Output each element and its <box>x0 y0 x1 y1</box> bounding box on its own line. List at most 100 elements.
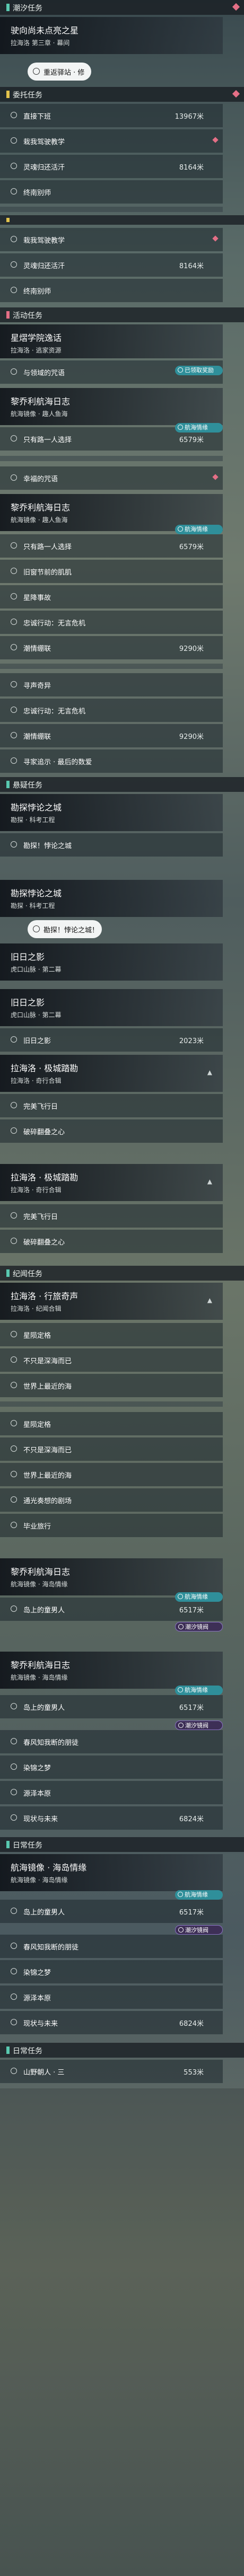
section-header-event[interactable]: 活动任务 <box>0 307 244 322</box>
objective-row[interactable]: 寻声奇异 <box>0 673 223 696</box>
quest-card[interactable]: 黎乔利航海日志 航海镜像 · 趣人鱼海 <box>0 388 223 425</box>
objective-row[interactable]: 旧日之影 2023米 <box>0 1028 223 1052</box>
quest-card[interactable]: 拉海洛 · 极城踏勘 拉海洛 · 奇行合辑 ▲ <box>0 1055 223 1092</box>
section-header-chronicle[interactable]: 纪闻任务 <box>0 1266 244 1281</box>
objective-row[interactable]: 不只是深海而已 <box>0 1348 223 1372</box>
objective-row[interactable]: 潮情绷联 9290米 <box>0 636 223 659</box>
objective-row[interactable]: 忠诚行动：无言危机 <box>0 611 223 634</box>
objective-row[interactable]: 通光奏想的剧场 <box>0 1488 223 1512</box>
objective-label: 世界上最近的海 <box>23 1472 72 1480</box>
objective-row[interactable]: 灵魂归还活汗 8164米 <box>0 155 223 178</box>
quest-card[interactable]: 驶向尚未点亮之星 拉海洛 第三章 · 幕间 <box>0 17 223 54</box>
section-header-tide[interactable]: 潮汐任务 <box>0 0 244 15</box>
chevron-up-icon[interactable]: ▲ <box>207 1296 212 1304</box>
alert-diamond-icon <box>212 474 219 480</box>
objective-row[interactable]: 勘探！悖论之城 <box>0 833 223 857</box>
objective-row[interactable]: 完美飞行日 <box>0 1204 223 1228</box>
objective-row[interactable]: 染锦之梦 <box>0 1960 223 1983</box>
quest-card[interactable]: 黎乔利航海日志 航海镜像 · 海岛情缘 <box>0 1652 223 1689</box>
objective-row[interactable]: 现状与未来 6824米 <box>0 2011 223 2034</box>
objective-row[interactable]: 岛上的童男人 6517米 <box>0 1695 223 1718</box>
objective-label: 栽我驾驶教学 <box>23 237 65 245</box>
objective-label: 染锦之梦 <box>23 1765 51 1772</box>
quest-card[interactable]: 勘探悖论之城 勘探 · 科考工程 <box>0 794 223 831</box>
quest-card[interactable]: 勘探悖论之城 勘探 · 科考工程 <box>0 880 223 917</box>
objective-row[interactable]: 灵魂归还活汗 8164米 <box>0 253 223 277</box>
objective-row[interactable]: 不只是深海而已 <box>0 1437 223 1461</box>
radio-icon <box>11 1356 17 1363</box>
section-title: 委托任务 <box>13 91 42 100</box>
quest-card[interactable]: 星熠学院逸话 拉海洛 · 逃家资源 <box>0 324 223 358</box>
objective-row[interactable]: 星陨定格 <box>0 1323 223 1346</box>
objective-row[interactable]: 源泽本原 <box>0 1781 223 1804</box>
objective-row[interactable]: 终南别师 <box>0 279 223 302</box>
objective-row[interactable]: 寻家追示 · 最后的数爱 <box>0 749 223 773</box>
objective-label: 染锦之梦 <box>23 1969 51 1977</box>
objective-row[interactable]: 春风知我断的朋徒 <box>0 1730 223 1753</box>
objective-row[interactable]: 春风知我断的朋徒 <box>0 1935 223 1958</box>
objective-label: 星陨定格 <box>23 1332 51 1340</box>
radio-icon <box>11 681 17 687</box>
objective-row[interactable]: 破碎翻叠之心 <box>0 1230 223 1253</box>
section-marker <box>6 1269 10 1277</box>
objective-row[interactable]: 染锦之梦 <box>0 1755 223 1779</box>
objective-row[interactable]: 源泽本原 <box>0 1986 223 2009</box>
tide-badge: 潮汐镜阀 <box>175 1925 223 1935</box>
objective-row[interactable]: 终南别师 <box>0 180 223 204</box>
objective-row[interactable]: 幸福的咒语 <box>0 466 223 490</box>
voyage-badge: 航海情缘 <box>175 423 223 433</box>
section-header-daily[interactable]: 日常任务 <box>0 1837 244 1852</box>
objective-row[interactable]: 星降事故 <box>0 585 223 608</box>
objective-label: 灵魂归还活汗 <box>23 262 65 270</box>
radio-icon <box>11 1763 17 1770</box>
quest-card[interactable]: 旧日之影 虎口山脉 · 第二幕 <box>0 943 223 981</box>
objective-row[interactable]: 潮情绷联 9290米 <box>0 724 223 747</box>
distance-label: 6824米 <box>179 1815 204 1823</box>
radio-icon <box>11 593 17 599</box>
chevron-up-icon[interactable]: ▲ <box>207 1178 212 1185</box>
quest-card[interactable]: 旧日之影 虎口山脉 · 第二幕 <box>0 989 223 1026</box>
section-header-commission[interactable] <box>0 215 244 225</box>
objective-label: 源泽本原 <box>23 1790 51 1798</box>
section-marker <box>6 781 10 788</box>
objective-label: 不只是深海而已 <box>23 1357 72 1365</box>
objective-label: 旧窗节前的肌肌 <box>23 569 72 577</box>
section-header-mystery[interactable]: 悬疑任务 <box>0 777 244 792</box>
objective-row[interactable]: 忠诚行动：无言危机 <box>0 699 223 722</box>
radio-icon <box>33 925 40 932</box>
objective-row[interactable]: 只有路一人选择 6579米 <box>0 534 223 558</box>
chevron-up-icon[interactable]: ▲ <box>207 1069 212 1076</box>
quest-card[interactable]: 拉海洛 · 行旅奇声 拉海洛 · 纪闻合辑 ▲ <box>0 1283 223 1320</box>
radio-icon <box>11 1212 17 1219</box>
quest-card[interactable]: 拉海洛 · 极城踏勘 拉海洛 · 奇行合辑 ▲ <box>0 1164 223 1201</box>
objective-row[interactable]: 旧窗节前的肌肌 <box>0 560 223 583</box>
objective-row[interactable]: 完美飞行日 <box>0 1094 223 1117</box>
objective-row[interactable]: 栽我驾驶教学 <box>0 129 223 153</box>
section-marker <box>6 1841 10 1848</box>
objective-label: 星降事故 <box>23 594 51 602</box>
objective-pill[interactable]: 重返驿站 · 修 <box>28 63 91 81</box>
quest-card[interactable]: 航海镜像 · 海岛情缘 航海镜像 · 海岛情缘 <box>0 1854 223 1891</box>
objective-row[interactable]: 毕业旅行 <box>0 1514 223 1537</box>
objective-label: 岛上的童男人 <box>23 1909 65 1917</box>
radio-icon <box>11 1102 17 1108</box>
objective-row[interactable]: 破碎翻叠之心 <box>0 1119 223 1143</box>
objective-row[interactable]: 栽我驾驶教学 <box>0 228 223 251</box>
divider <box>0 456 223 461</box>
objective-row[interactable]: 星陨定格 <box>0 1412 223 1435</box>
objective-label: 寻声奇异 <box>23 682 51 690</box>
objective-row[interactable]: 现状与未来 6824米 <box>0 1806 223 1830</box>
section-header-commission[interactable]: 委托任务 <box>0 87 244 102</box>
objective-row[interactable]: 世界上最近的海 <box>0 1374 223 1397</box>
objective-row[interactable]: 直接下班 13967米 <box>0 104 223 127</box>
quest-card[interactable]: 黎乔利航海日志 航海镜像 · 海岛情缘 <box>0 1558 223 1595</box>
section-header-daily[interactable]: 日常任务 <box>0 2043 244 2058</box>
objective-row[interactable]: 岛上的童男人 6517米 <box>0 1900 223 1923</box>
objective-row[interactable]: 山野朝人 · 三 553米 <box>0 2060 223 2083</box>
objective-label: 岛上的童男人 <box>23 1607 65 1615</box>
compass-icon <box>178 1594 183 1599</box>
objective-row[interactable]: 世界上最近的海 <box>0 1463 223 1486</box>
distance-label: 9290米 <box>179 733 204 741</box>
distance-label: 9290米 <box>179 645 204 653</box>
objective-pill[interactable]: 勘探！悖论之城！ <box>28 920 102 938</box>
